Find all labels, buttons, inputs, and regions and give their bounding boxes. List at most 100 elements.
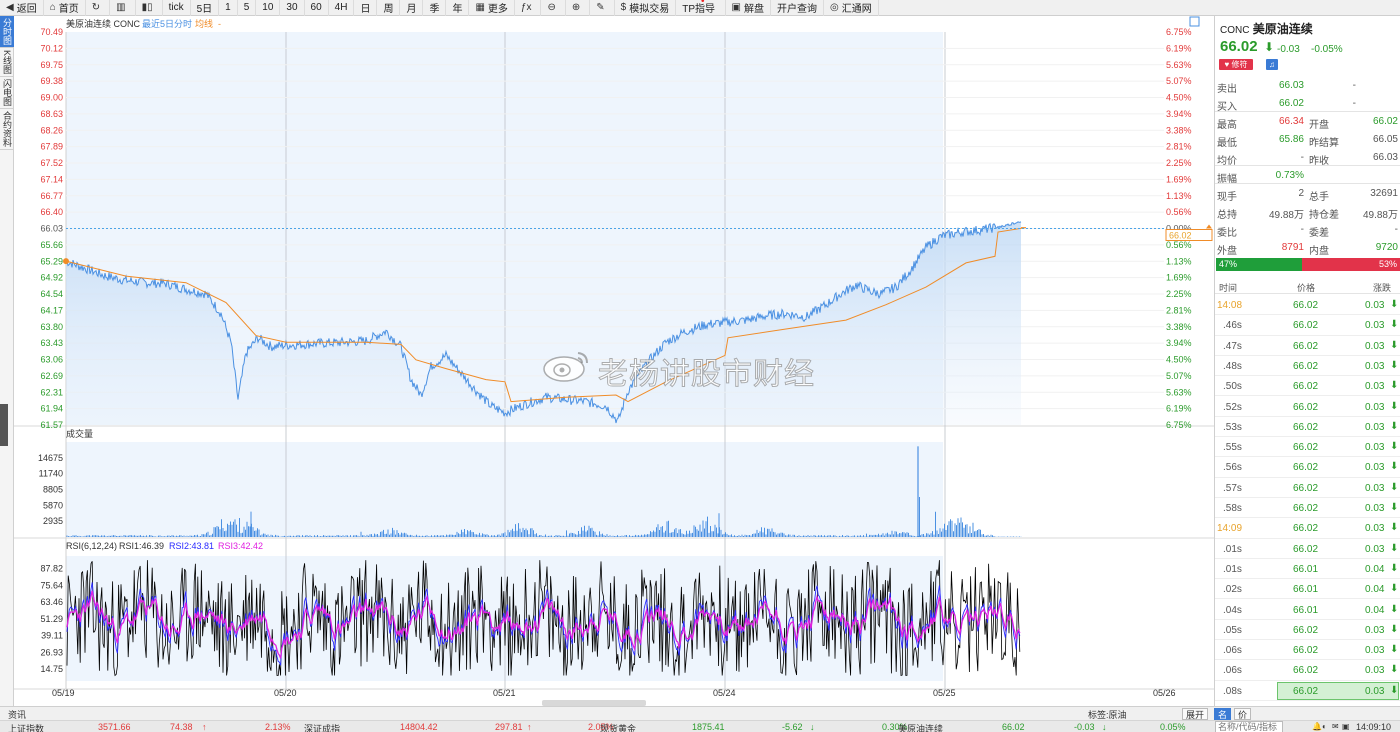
- inner-volume-ratio-bar: 53%: [1302, 258, 1400, 271]
- instrument-title: CONC 美原油连续: [1220, 20, 1313, 37]
- pct-axis-label: 3.38%: [1166, 125, 1192, 135]
- toolbar-item-7[interactable]: 1: [219, 0, 238, 16]
- quote-value: -: [1300, 152, 1304, 163]
- tick-change: 0.03: [1365, 442, 1385, 454]
- index-p: 0.05%: [1160, 722, 1186, 732]
- toolbar-item-11[interactable]: 60: [305, 0, 329, 16]
- price-axis-label: 63.43: [40, 338, 63, 348]
- tick-row: .02s 66.01 0.04 ⬇: [1215, 579, 1400, 600]
- tick-change: 0.03: [1365, 685, 1385, 697]
- tick-row: .57s 66.02 0.03 ⬇: [1215, 478, 1400, 498]
- index-name[interactable]: 深证成指: [304, 722, 340, 732]
- toolbar-item-16[interactable]: 季: [423, 0, 447, 16]
- toolbar-item-25[interactable]: ▣ 解盘: [726, 0, 771, 16]
- left-view-tabs: 分时图 K线图 闪电图合约资料: [0, 16, 14, 706]
- mail-icon[interactable]: ✉: [1332, 722, 1339, 731]
- toolbar-item-3[interactable]: ▥: [110, 0, 136, 16]
- tick-time: 14:08: [1217, 300, 1243, 311]
- toolbar-item-19[interactable]: ƒx: [515, 0, 542, 16]
- quote-label: 最高: [1217, 120, 1237, 131]
- left-tab-3[interactable]: 合约资料: [0, 109, 14, 151]
- quote-value: 32691: [1370, 188, 1398, 199]
- quote-value: 66.03: [1372, 152, 1398, 163]
- left-tab-label: 闪电图: [2, 79, 12, 107]
- price-change: -0.03: [1277, 44, 1300, 55]
- pct-axis-label: 6.75%: [1166, 420, 1192, 430]
- quote-value: 49.88万: [1268, 210, 1304, 221]
- toolbar-item-18[interactable]: ▦ 更多: [469, 0, 515, 16]
- toolbar-item-13[interactable]: 日: [354, 0, 378, 16]
- tick-change: 0.03: [1365, 543, 1385, 555]
- down-arrow-icon: ⬇: [1390, 461, 1399, 473]
- expand-button[interactable]: 展开: [1182, 708, 1209, 720]
- price-axis-label: 68.63: [40, 109, 63, 119]
- tick-price: 66.02: [1293, 401, 1319, 413]
- toolbar-item-label: 月: [406, 4, 417, 15]
- tick-time: 14:09: [1217, 523, 1243, 535]
- toolbar-item-12[interactable]: 4H: [329, 0, 355, 16]
- toolbar-item-15[interactable]: 月: [400, 0, 424, 16]
- theme-icon[interactable]: ◐: [1322, 722, 1327, 731]
- price-axis-label: 69.00: [40, 93, 63, 103]
- left-tab-1[interactable]: K线图: [0, 48, 14, 78]
- intraday-chart[interactable]: 70.49 6.75% 70.12 6.19% 69.75 5.63% 69.38 5.07%…: [14, 16, 1214, 706]
- panel-resize-handle[interactable]: [0, 404, 8, 446]
- index-name[interactable]: 现货黄金: [600, 722, 636, 732]
- toolbar-item-10[interactable]: 30: [280, 0, 305, 16]
- left-tab-2[interactable]: 闪电图: [0, 77, 14, 110]
- toolbar-item-9[interactable]: 10: [256, 0, 281, 16]
- toolbar-item-24[interactable]: TP指导 •: [676, 0, 726, 16]
- quote-row: 现手 2 总手 32691: [1215, 184, 1400, 203]
- toolbar-item-26[interactable]: 开户查询: [771, 0, 824, 16]
- outer-volume-ratio-bar: 47%: [1216, 258, 1302, 271]
- toolbar-item-4[interactable]: ▮▯: [136, 0, 163, 16]
- down-arrow-icon: ↓: [810, 722, 815, 732]
- quote-value: 66.02: [1372, 116, 1398, 127]
- quote-value: 66.02: [1278, 98, 1304, 109]
- tick-price: 66.02: [1293, 300, 1319, 311]
- window-icon[interactable]: ▣: [1342, 722, 1350, 731]
- rsi-axis-label: 14.75: [40, 664, 63, 674]
- symbol-search-input[interactable]: [1215, 721, 1283, 732]
- index-name[interactable]: 上证指数: [8, 722, 44, 732]
- toolbar-item-14[interactable]: 周: [377, 0, 401, 16]
- toolbar-item-17[interactable]: 年: [446, 0, 470, 16]
- toolbar-item-6[interactable]: 5日: [191, 0, 220, 16]
- toolbar-item-27[interactable]: ◎ 汇通网: [824, 0, 879, 16]
- last-price: 66.02: [1220, 38, 1258, 55]
- toolbar-item-20[interactable]: ⊖: [541, 0, 566, 16]
- bell-icon[interactable]: 🔔: [1312, 722, 1322, 731]
- toolbar-item-1[interactable]: ⌂ 首页: [44, 0, 86, 16]
- down-arrow-icon: ⬇: [1390, 400, 1399, 412]
- chart-settings-icon[interactable]: [1189, 16, 1200, 27]
- index-name[interactable]: 美原油连续: [898, 722, 943, 732]
- toolbar-item-5[interactable]: tick: [163, 0, 191, 16]
- bell-icon[interactable]: ♫: [1266, 59, 1278, 70]
- grid-icon: ▦: [475, 2, 485, 13]
- tick-change: 0.03: [1365, 340, 1385, 352]
- tick-head-change: 涨跌: [1373, 283, 1392, 293]
- tick-time: .57s: [1223, 482, 1242, 494]
- toolbar-item-23[interactable]: $ 模拟交易: [615, 0, 677, 16]
- tick-row: 14:09 66.02 0.03 ⬇: [1215, 518, 1400, 539]
- toolbar-item-0[interactable]: ◀ 返回: [0, 0, 44, 16]
- toolbar-item-21[interactable]: ⊕: [566, 0, 591, 16]
- add-watchlist-button[interactable]: ♥ 修符: [1219, 59, 1253, 70]
- tick-change: 0.04: [1365, 584, 1385, 596]
- quote-label: 最低: [1217, 138, 1237, 149]
- name-mode-button[interactable]: 名: [1214, 708, 1232, 720]
- price-mode-button[interactable]: 价: [1234, 708, 1252, 720]
- date-axis-label: 05/25: [933, 688, 956, 698]
- tick-price: 66.02: [1293, 482, 1319, 494]
- left-tab-0[interactable]: 分时图: [0, 16, 14, 48]
- down-arrow-icon: ⬇: [1390, 481, 1399, 493]
- tick-time: .50s: [1223, 381, 1242, 393]
- toolbar-item-8[interactable]: 5: [238, 0, 257, 16]
- quote-value: 49.88万: [1362, 210, 1398, 221]
- pct-axis-label: 6.75%: [1166, 27, 1192, 37]
- toolbar-item-2[interactable]: ↻: [86, 0, 111, 16]
- toolbar-item-22[interactable]: ✎: [590, 0, 615, 16]
- price-axis-label: 65.29: [40, 256, 63, 266]
- index-v: 66.02: [1002, 722, 1025, 732]
- index-c: -0.03: [1074, 722, 1095, 732]
